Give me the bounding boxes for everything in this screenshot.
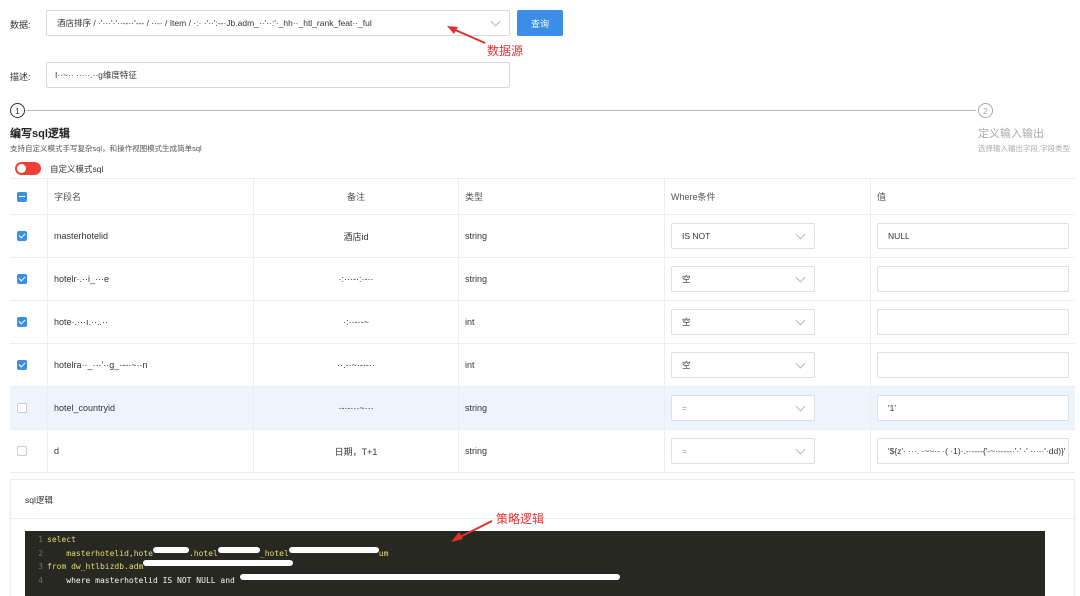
- where-value: =: [682, 446, 687, 456]
- field-name: masterhotelid: [48, 215, 254, 257]
- datasource-annotation: 数据源: [487, 44, 524, 58]
- mode-toggle-label: 自定义模式sql: [50, 164, 104, 174]
- value-input[interactable]: NULL: [877, 223, 1069, 249]
- datasource-value: 酒店排序 / ·'···'·'··--··'--- / ··-· / Item …: [57, 18, 372, 28]
- chevron-down-icon: [795, 315, 806, 326]
- field-type: int: [459, 344, 665, 386]
- where-value: 空: [682, 317, 691, 327]
- step-2-title: 定义输入输出: [978, 128, 1044, 140]
- where-select[interactable]: 空: [671, 266, 815, 292]
- arrow-annotation-icon: [451, 520, 493, 542]
- row-checkbox[interactable]: [17, 403, 27, 413]
- where-select[interactable]: 空: [671, 352, 815, 378]
- field-type: int: [459, 301, 665, 343]
- query-button[interactable]: 查询: [517, 10, 563, 36]
- where-select[interactable]: =: [671, 395, 815, 421]
- code-line: 1 select: [38, 535, 76, 544]
- sql-title: sql逻辑: [25, 495, 53, 505]
- arrow-annotation-icon: [447, 26, 486, 44]
- steps-connector: [26, 110, 976, 111]
- header-field: 字段名: [48, 179, 254, 214]
- field-note: 酒店id: [254, 215, 459, 257]
- step-1-circle: 1: [10, 103, 25, 118]
- field-note: ·:···-·:·-··: [254, 258, 459, 300]
- code-line: 2 masterhotelid,hote .hotel _hotel um: [38, 546, 389, 558]
- value-input[interactable]: [877, 352, 1069, 378]
- code-line: 4 where masterhotelid IS NOT NULL and: [25, 573, 1045, 588]
- row-checkbox[interactable]: [17, 274, 27, 284]
- code-line: 3 from dw_htlbizdb.adm: [25, 560, 1045, 574]
- value-input[interactable]: '${z'· ···. ·~~·- ·( ·1)·.-·----{'-~·---…: [877, 438, 1069, 464]
- where-select[interactable]: IS NOT: [671, 223, 815, 249]
- where-value: =: [682, 403, 687, 413]
- field-name: hotelr·.··i_···e: [48, 258, 254, 300]
- field-name: d: [48, 430, 254, 472]
- field-type: string: [459, 258, 665, 300]
- field-note: ··.-·~·-·-··: [254, 344, 459, 386]
- field-note: ·:··-·-~: [254, 301, 459, 343]
- where-select[interactable]: =: [671, 438, 815, 464]
- row-checkbox[interactable]: [17, 231, 27, 241]
- sql-card: sql逻辑 1 select 2 masterhotelid,hote .hotel…: [10, 479, 1075, 596]
- field-note: 日期，T+1: [254, 430, 459, 472]
- where-select[interactable]: 空: [671, 309, 815, 335]
- chevron-down-icon: [795, 401, 806, 412]
- table-row: hotel_countryid ·-·-···~··· string = '1': [10, 387, 1075, 430]
- header-note: 备注: [254, 179, 459, 214]
- field-type: string: [459, 430, 665, 472]
- row-checkbox[interactable]: [17, 360, 27, 370]
- header-type: 类型: [459, 179, 665, 214]
- description-label: 描述:: [10, 72, 31, 82]
- chevron-down-icon: [795, 229, 806, 240]
- field-name: hotel_countryid: [48, 387, 254, 429]
- value-input[interactable]: '1': [877, 395, 1069, 421]
- toggle-knob: [17, 164, 26, 173]
- sql-code-editor[interactable]: 1 select 2 masterhotelid,hote .hotel _hotel…: [25, 531, 1045, 596]
- step-1-title: 编写sql逻辑: [10, 128, 70, 140]
- table-row: hote·.···ı.··..·· ·:··-·-~ int 空: [10, 301, 1075, 344]
- value-input[interactable]: [877, 266, 1069, 292]
- datasource-label: 数据:: [10, 20, 31, 30]
- chevron-down-icon: [490, 16, 501, 27]
- datasource-select[interactable]: 酒店排序 / ·'···'·'··--··'--- / ··-· / Item …: [46, 10, 510, 36]
- where-value: IS NOT: [682, 231, 711, 241]
- header-value: 值: [877, 192, 887, 202]
- row-checkbox[interactable]: [17, 317, 27, 327]
- field-name: hotelra··_···'··g_·--·~··n: [48, 344, 254, 386]
- description-input[interactable]: I··~·· ·····.··g维度特征: [46, 62, 510, 88]
- step-2-circle: 2: [978, 103, 993, 118]
- table-header-row: 字段名 备注 类型 Where条件 值: [10, 179, 1075, 215]
- mode-toggle[interactable]: [15, 162, 41, 175]
- where-value: 空: [682, 274, 691, 284]
- step-2-subtitle: 选择输入输出字段,字段类型: [978, 144, 1071, 153]
- field-type: string: [459, 215, 665, 257]
- fields-table: 字段名 备注 类型 Where条件 值 masterhotelid 酒店id str…: [10, 178, 1075, 473]
- table-row: d 日期，T+1 string = '${z'· ···. ·~~·- ·( ·1)·.…: [10, 430, 1075, 473]
- field-note: ·-·-···~···: [254, 387, 459, 429]
- step-1-subtitle: 支持自定义模式手写复杂sql，和操作视图模式生成简单sql: [10, 144, 202, 153]
- chevron-down-icon: [795, 272, 806, 283]
- chevron-down-icon: [795, 358, 806, 369]
- where-value: 空: [682, 360, 691, 370]
- chevron-down-icon: [795, 444, 806, 455]
- field-type: string: [459, 387, 665, 429]
- table-row: hotelr·.··i_···e ·:···-·:·-·· string 空: [10, 258, 1075, 301]
- table-row: hotelra··_···'··g_·--·~··n ··.-·~·-·-·· in…: [10, 344, 1075, 387]
- table-row: masterhotelid 酒店id string IS NOT NULL: [10, 215, 1075, 258]
- field-name: hote·.···ı.··..··: [48, 301, 254, 343]
- sql-annotation: 策略逻辑: [496, 512, 545, 526]
- row-checkbox[interactable]: [17, 446, 27, 456]
- value-input[interactable]: [877, 309, 1069, 335]
- select-all-checkbox[interactable]: [17, 191, 27, 202]
- header-where: Where条件: [665, 179, 871, 214]
